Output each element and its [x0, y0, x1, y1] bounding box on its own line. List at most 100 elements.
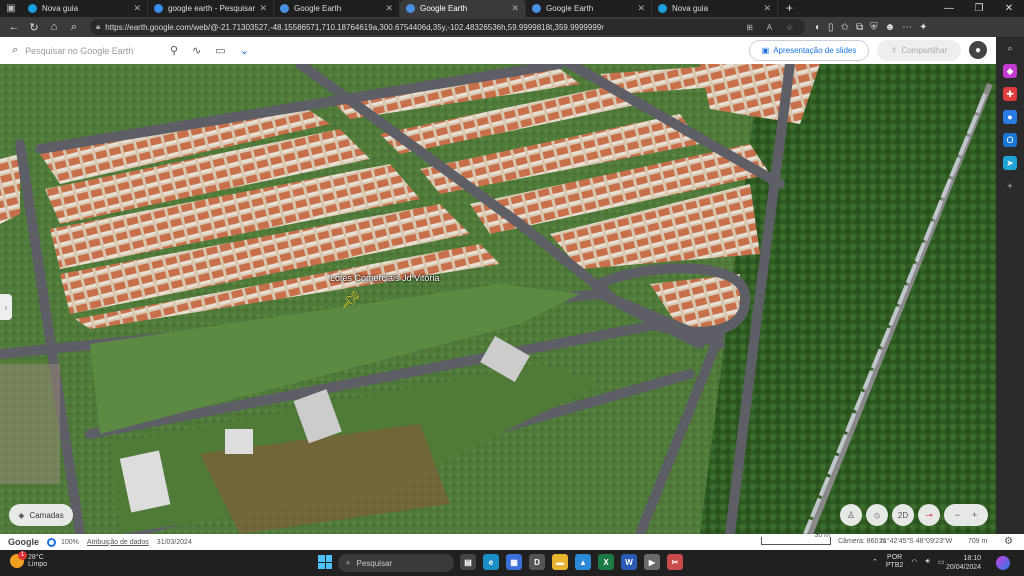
extension-icon[interactable]: ◐ — [815, 22, 821, 33]
photos-icon[interactable]: ▲ — [575, 554, 591, 570]
tab-1[interactable]: Nova guia ✕ — [22, 0, 148, 17]
excel-icon[interactable]: X — [598, 554, 614, 570]
tab-favicon-icon — [154, 4, 163, 13]
close-tab-icon[interactable]: ✕ — [259, 3, 267, 14]
clock-time: 18:10 — [963, 555, 982, 562]
taskbar-search[interactable]: ⌕ Pesquisar — [338, 554, 454, 572]
tab-title: Google Earth — [420, 4, 468, 13]
maximize-icon[interactable]: ❐ — [964, 0, 994, 17]
volume-icon[interactable]: 🔊︎ — [926, 558, 930, 566]
url-field[interactable]: 🔒︎ https://earth.google.com/web/@-21.713… — [90, 19, 805, 35]
map-viewport[interactable]: Lotes Comerciais Jd Vitória 📌︎ › ◈ Camad… — [0, 64, 996, 534]
pushpin-icon[interactable]: 📌︎ — [341, 290, 361, 310]
send-icon[interactable]: ➤ — [1003, 156, 1017, 170]
close-tab-icon[interactable]: ✕ — [385, 3, 393, 14]
zoom-in-button[interactable]: + — [972, 510, 977, 520]
url-text: https://earth.google.com/web/@-21.713035… — [105, 22, 604, 32]
outlook-icon[interactable]: O — [1003, 133, 1017, 147]
close-window-icon[interactable]: ✕ — [994, 0, 1024, 17]
shield-icon[interactable]: ⛨ — [870, 22, 878, 33]
split-screen-icon[interactable]: ▯ — [828, 22, 834, 33]
more-icon[interactable]: ⋯ — [902, 22, 912, 33]
window-controls: — ❐ ✕ — [934, 0, 1024, 17]
keyboard-layout: PTB2 — [885, 562, 904, 569]
tray-expand-icon[interactable]: ⌃ — [872, 558, 878, 566]
file-explorer-icon[interactable]: ▬ — [552, 554, 568, 570]
start-button-icon[interactable] — [318, 555, 332, 569]
measure-icon[interactable]: ▭ — [215, 44, 225, 57]
home-icon[interactable]: ⌂ — [44, 18, 64, 36]
favorites-icon[interactable]: ✩ — [841, 22, 849, 33]
dell-icon[interactable]: D — [529, 554, 545, 570]
battery-icon[interactable]: ▭ — [938, 558, 945, 566]
minimize-icon[interactable]: — — [934, 0, 964, 17]
tab-4-active[interactable]: Google Earth ✕ — [400, 0, 526, 17]
pegman-icon[interactable]: ♙ — [840, 504, 862, 526]
address-toolbar: ← ↻ ⌂ ⌕ 🔒︎ https://earth.google.com/web/… — [0, 17, 1024, 37]
account-icon[interactable]: ● — [969, 41, 987, 59]
tab-5[interactable]: Google Earth ✕ — [526, 0, 652, 17]
taskbar-search-label: Pesquisar — [356, 558, 393, 568]
language-code: POR — [887, 554, 903, 561]
view-2d-button[interactable]: 2D — [892, 504, 914, 526]
reload-icon[interactable]: ↻ — [24, 18, 44, 36]
placemark-icon[interactable]: ⚲ — [170, 44, 178, 57]
close-tab-icon[interactable]: ✕ — [637, 3, 645, 14]
search-placeholder: Pesquisar no Google Earth — [25, 45, 134, 56]
edge-icon[interactable]: e — [483, 554, 499, 570]
browser-sidebar: ⌕ ◆ ✚ ● O ➤ + — [996, 37, 1024, 550]
url-action-icons[interactable]: ⊞ A ☆ — [746, 23, 799, 32]
snipping-tool-icon[interactable]: ✂ — [667, 554, 683, 570]
placemark-label[interactable]: Lotes Comerciais Jd Vitória — [330, 273, 439, 283]
store-icon[interactable]: ▦ — [506, 554, 522, 570]
browser-tab-bar: ▣ Nova guia ✕ google earth - Pesquisar ✕ G… — [0, 0, 1024, 17]
windows-taskbar: 1 28°C Limpo ⌕ Pesquisar ▤ e ▦ D ▬ ▲ X W… — [0, 550, 1024, 576]
weather-widget[interactable]: 1 28°C Limpo — [10, 551, 47, 568]
path-icon[interactable]: ∿ — [192, 44, 201, 57]
add-icon[interactable]: + — [1003, 179, 1017, 193]
tab-3[interactable]: Google Earth ✕ — [274, 0, 400, 17]
word-icon[interactable]: W — [621, 554, 637, 570]
weather-sun-icon: 1 — [10, 551, 27, 568]
copilot-taskbar-icon[interactable] — [996, 556, 1010, 570]
collections-icon[interactable]: ⧉ — [856, 22, 863, 33]
language-indicator[interactable]: POR PTB2 — [886, 554, 904, 570]
tools-icon[interactable]: ✚ — [1003, 87, 1017, 101]
tab-2[interactable]: google earth - Pesquisar ✕ — [148, 0, 274, 17]
close-tab-icon[interactable]: ✕ — [133, 3, 141, 14]
north-arrow-icon[interactable]: ⊸ — [918, 504, 940, 526]
earth-tools: ⚲ ∿ ▭ ⌄ — [170, 44, 249, 57]
search-icon[interactable]: ⌕ — [1003, 41, 1017, 55]
profile-icon[interactable]: ☻ — [885, 22, 896, 33]
wifi-icon[interactable]: ◠ — [911, 558, 917, 566]
search-icon: ⌕ — [12, 44, 19, 56]
slideshow-button[interactable]: ▣ Apresentação de slides — [749, 40, 869, 61]
task-view-icon[interactable]: ▤ — [460, 554, 476, 570]
ground-altitude: 709 m — [968, 538, 988, 545]
close-tab-icon[interactable]: ✕ — [763, 3, 771, 14]
earth-toolbar: ⌕ Pesquisar no Google Earth ⚲ ∿ ▭ ⌄ ▣ Ap… — [0, 37, 996, 64]
browser-menu-icon[interactable]: ▣ — [0, 0, 22, 17]
zoom-out-button[interactable]: − — [955, 510, 960, 520]
earth-search-input[interactable]: ⌕ Pesquisar no Google Earth — [0, 37, 160, 64]
expand-panel-button[interactable]: › — [0, 294, 12, 320]
tab-title: google earth - Pesquisar — [168, 4, 256, 13]
compass-icon[interactable]: ⦸ — [866, 504, 888, 526]
shopping-icon[interactable]: ◆ — [1003, 64, 1017, 78]
tab-favicon-icon — [532, 4, 541, 13]
tab-6[interactable]: Nova guia ✕ — [652, 0, 778, 17]
search-icon[interactable]: ⌕ — [64, 18, 84, 36]
back-icon[interactable]: ← — [4, 18, 24, 36]
new-tab-button[interactable]: + — [778, 0, 801, 17]
settings-gear-icon[interactable]: ⚙ — [1004, 536, 1013, 547]
clock[interactable]: 18:10 20/04/2024 — [946, 554, 981, 572]
copilot-icon[interactable]: ✦ — [919, 22, 927, 33]
imagery-progress-icon — [47, 537, 56, 547]
data-attribution-link[interactable]: Atribuição de dados — [87, 539, 149, 546]
media-icon[interactable]: ▶ — [644, 554, 660, 570]
games-icon[interactable]: ● — [1003, 110, 1017, 124]
layers-button[interactable]: ◈ Camadas — [9, 504, 73, 526]
share-button[interactable]: ⇪ Compartilhar — [877, 40, 961, 61]
close-tab-icon[interactable]: ✕ — [511, 3, 519, 14]
chevron-down-icon[interactable]: ⌄ — [240, 44, 249, 57]
